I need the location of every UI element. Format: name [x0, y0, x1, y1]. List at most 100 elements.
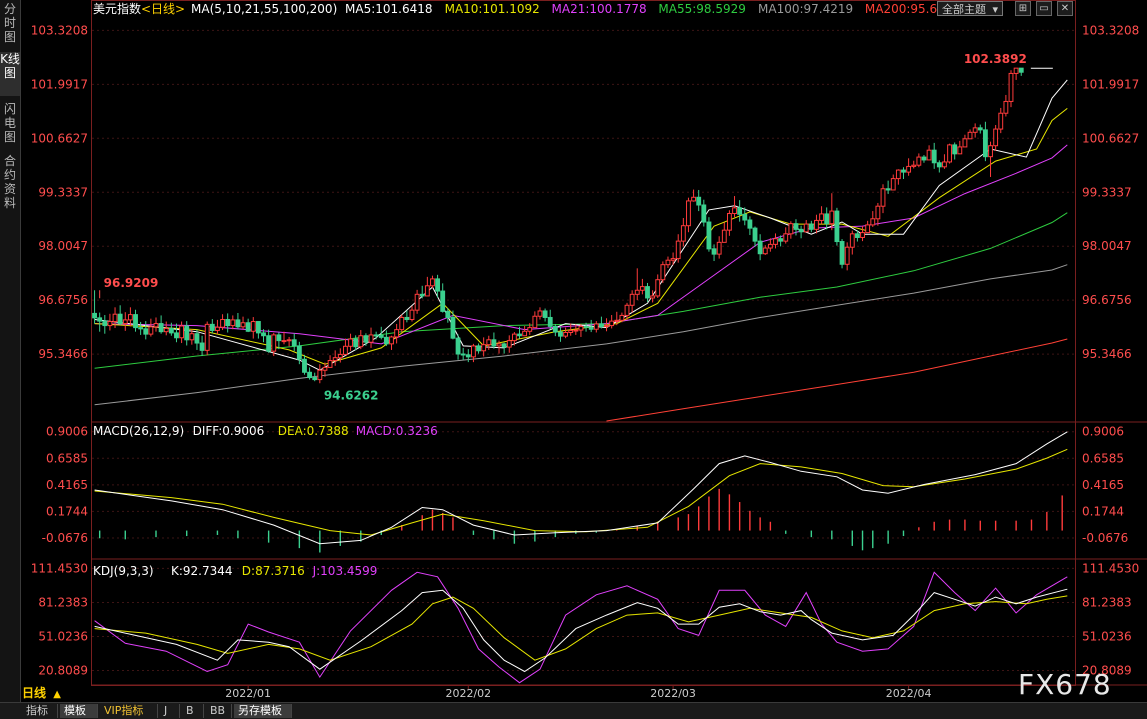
- candle-down: [144, 321, 148, 339]
- ma-legend-item: MA21:100.1778: [552, 2, 647, 16]
- y-tick-label-left: 20.8089: [38, 664, 88, 678]
- candle-body: [328, 361, 332, 368]
- candle-body: [999, 113, 1003, 129]
- y-tick-label-right: 111.4530: [1082, 561, 1139, 575]
- ma-legend-item: MA5:101.6418: [345, 2, 433, 16]
- candle-body: [379, 335, 383, 337]
- candle-up: [968, 129, 972, 138]
- candle-body: [809, 224, 813, 229]
- ma-spec: MA(5,10,21,55,100,200): [191, 2, 337, 16]
- candle-body: [441, 291, 445, 311]
- chart-area[interactable]: 美元指数 <日线> MA(5,10,21,55,100,200) MA5:101…: [0, 0, 1147, 702]
- candle-body: [937, 163, 941, 167]
- candle-body: [277, 335, 281, 341]
- candle-body: [113, 314, 117, 321]
- tab-b[interactable]: B: [182, 704, 204, 718]
- candlesticks: [93, 68, 1024, 383]
- candle-body: [369, 335, 373, 342]
- candle-body: [292, 340, 296, 346]
- ma55-line: [95, 213, 1068, 369]
- candle-body: [983, 130, 987, 157]
- candle-body: [789, 224, 793, 234]
- candle-body: [876, 206, 880, 219]
- candle-down: [983, 122, 987, 161]
- candle-body: [287, 340, 291, 341]
- candle-body: [738, 208, 742, 214]
- candle-body: [1019, 68, 1023, 72]
- candle-body: [825, 214, 829, 224]
- candle-down: [292, 333, 296, 351]
- candle-down: [953, 142, 957, 159]
- candle-body: [625, 305, 629, 315]
- candle-body: [267, 336, 271, 351]
- window-tile-button[interactable]: ⊞: [1015, 1, 1031, 16]
- theme-select-button[interactable]: 全部主题 ▾: [937, 1, 1003, 16]
- period-selector[interactable]: 日线 ▲: [22, 686, 92, 700]
- candle-body: [661, 265, 665, 280]
- candle-body: [231, 320, 235, 326]
- candle-body: [989, 146, 993, 157]
- y-tick-label-right: 0.1744: [1082, 504, 1124, 518]
- chevron-down-icon: ▾: [992, 2, 998, 17]
- macd-panel: 0.90060.90060.65850.65850.41650.41650.17…: [42, 424, 1129, 553]
- y-tick-label-right: 0.6585: [1082, 451, 1124, 465]
- candle-up: [896, 169, 900, 184]
- tab-vip-indicators[interactable]: VIP指标: [100, 704, 158, 718]
- window-restore-button[interactable]: ▭: [1036, 1, 1052, 16]
- candle-up: [349, 334, 353, 351]
- x-tick-label: 2022/04: [886, 687, 932, 700]
- candle-down: [405, 311, 409, 323]
- candle-body: [415, 294, 419, 310]
- tab-save-template[interactable]: 另存模板: [234, 704, 292, 718]
- candle-body: [164, 328, 168, 331]
- dea-line: [95, 449, 1068, 535]
- tab-j[interactable]: J: [160, 704, 180, 718]
- candle-up: [871, 211, 875, 227]
- candle-body: [374, 335, 378, 336]
- window-close-button[interactable]: ✕: [1057, 1, 1073, 16]
- candle-down: [456, 335, 460, 360]
- candle-body: [743, 214, 747, 220]
- candle-body: [1009, 73, 1013, 101]
- candle-down: [103, 315, 107, 334]
- candle-body: [968, 132, 972, 138]
- candle-down: [492, 332, 496, 348]
- candle-up: [390, 336, 394, 350]
- candle-body: [891, 179, 895, 190]
- candle-body: [671, 259, 675, 261]
- candle-body: [917, 157, 921, 165]
- y-tick-label-left: -0.0676: [42, 531, 88, 545]
- candle-up: [410, 306, 414, 321]
- kdj-legend-item: KDJ(9,3,3): [93, 564, 154, 578]
- candle-body: [850, 234, 854, 247]
- candle-down: [175, 324, 179, 343]
- y-tick-label-right: -0.0676: [1082, 531, 1128, 545]
- y-tick-label-left: 81.2383: [38, 595, 88, 609]
- candle-up: [666, 257, 670, 268]
- candle-body: [256, 322, 260, 333]
- candle-body: [881, 189, 885, 206]
- candle-down: [477, 343, 481, 353]
- candle-up: [216, 320, 220, 334]
- candle-body: [666, 260, 670, 264]
- tab-templates[interactable]: 模板: [60, 704, 98, 718]
- tab-bb[interactable]: BB: [206, 704, 232, 718]
- j-line: [95, 572, 1068, 682]
- candle-body: [605, 326, 609, 327]
- candle-down: [553, 324, 557, 336]
- tab-indicators[interactable]: 指标: [22, 704, 58, 718]
- candle-up: [907, 158, 911, 175]
- y-tick-label-right: 99.3337: [1082, 185, 1132, 199]
- high-price-label: 96.9209: [104, 276, 159, 290]
- candle-down: [978, 125, 982, 134]
- candle-up: [876, 203, 880, 226]
- bottom-toolbar: 指标 模板 VIP指标 J B BB 另存模板: [0, 702, 1147, 719]
- candle-down: [712, 244, 716, 261]
- candle-body: [620, 315, 624, 320]
- y-tick-label-left: 0.6585: [46, 451, 88, 465]
- candle-body: [210, 324, 214, 330]
- candle-body: [640, 287, 644, 291]
- candle-body: [518, 334, 522, 336]
- ma200-line: [607, 339, 1068, 421]
- candle-body: [907, 166, 911, 172]
